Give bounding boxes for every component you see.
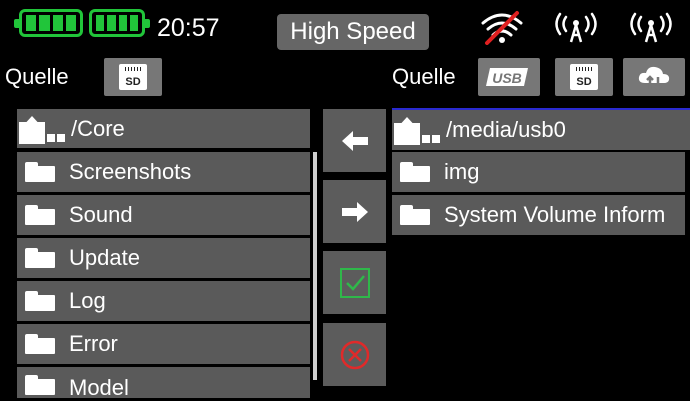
list-item[interactable]: Error <box>17 324 310 364</box>
folder-icon <box>400 162 430 182</box>
svg-text:USB: USB <box>492 70 522 86</box>
copy-to-right-button[interactable] <box>323 180 386 243</box>
right-path-bar[interactable]: /media/usb0 <box>392 108 690 150</box>
list-item[interactable]: img <box>392 152 685 192</box>
left-source-label: Quelle <box>5 64 69 89</box>
battery-icon <box>89 9 150 37</box>
folder-icon <box>25 291 55 311</box>
antenna-icon <box>555 12 597 43</box>
mode-badge: High Speed <box>277 14 429 50</box>
cloud-sync-icon <box>638 66 670 91</box>
folder-icon <box>25 205 55 225</box>
list-item[interactable]: Sound <box>17 195 310 235</box>
list-item[interactable]: Model <box>17 367 310 400</box>
left-path-bar[interactable]: /Core <box>17 109 310 148</box>
wifi-off-icon <box>481 11 523 45</box>
folder-icon <box>400 205 430 225</box>
arrow-right-icon <box>341 201 368 222</box>
confirm-button[interactable] <box>323 251 386 314</box>
cancel-icon <box>340 340 369 369</box>
check-icon <box>339 267 370 298</box>
folder-icon <box>25 334 55 354</box>
list-item[interactable]: Screenshots <box>17 152 310 192</box>
list-item[interactable]: System Volume Inform <box>392 195 685 235</box>
right-path-text: /media/usb0 <box>446 117 566 142</box>
folder-up-icon <box>394 117 440 145</box>
sd-card-icon: SD <box>119 64 147 90</box>
usb-icon: USB <box>486 68 528 86</box>
right-source-sd-button[interactable]: SD <box>555 58 613 96</box>
battery-icon <box>14 9 83 37</box>
left-path-text: /Core <box>71 115 125 141</box>
right-source-label: Quelle <box>392 64 456 89</box>
left-scrollbar[interactable] <box>313 152 317 380</box>
copy-to-left-button[interactable] <box>323 109 386 172</box>
right-source-cloud-button[interactable] <box>623 58 685 96</box>
folder-icon <box>25 248 55 268</box>
antenna-icon <box>630 12 672 43</box>
status-bar: 20:57 High Speed <box>0 0 690 56</box>
list-item[interactable]: Update <box>17 238 310 278</box>
folder-icon <box>25 375 55 395</box>
left-source-sd-button[interactable]: SD <box>104 58 162 96</box>
clock: 20:57 <box>157 14 220 42</box>
arrow-left-icon <box>341 130 368 151</box>
cancel-button[interactable] <box>323 323 386 386</box>
right-source-usb-button[interactable]: USB <box>478 58 540 96</box>
sd-card-icon: SD <box>570 64 598 90</box>
folder-icon <box>25 162 55 182</box>
folder-up-icon <box>19 115 65 144</box>
list-item[interactable]: Log <box>17 281 310 321</box>
